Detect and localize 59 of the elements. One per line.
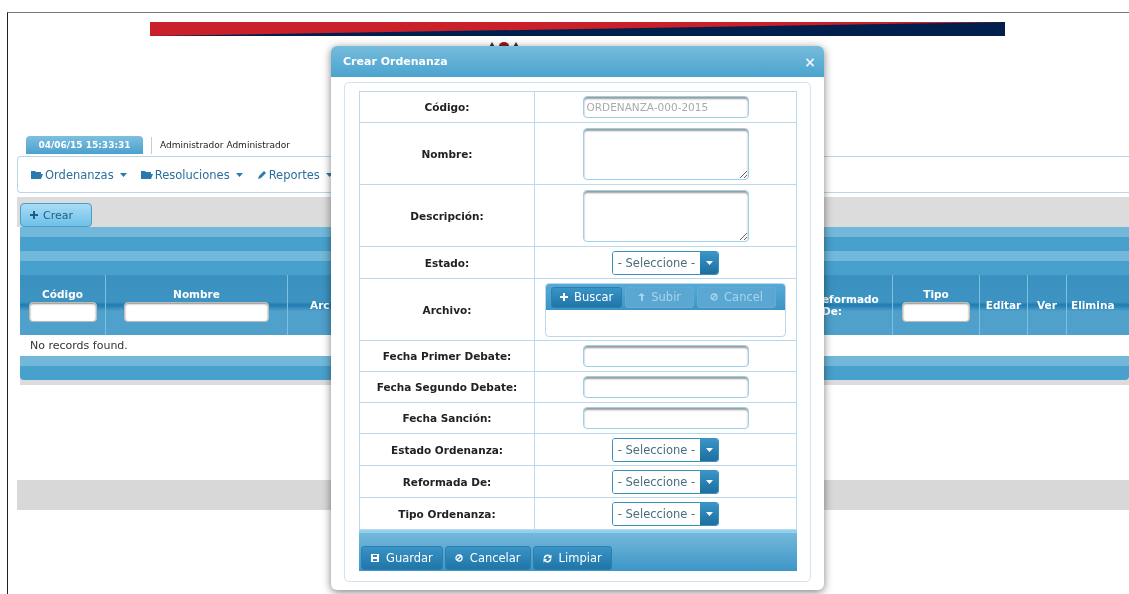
caret-icon: [705, 447, 713, 452]
upload-button[interactable]: Buscar: [551, 286, 623, 308]
field-label: Fecha Primer Debate:: [382, 350, 512, 362]
column-header: Ver: [1037, 299, 1057, 311]
menu-item[interactable]: Resoluciones: [140, 167, 243, 182]
create-button[interactable]: Crear: [20, 203, 92, 227]
text-area[interactable]: [582, 127, 749, 180]
cancel-icon: [454, 554, 463, 562]
upload-icon: [638, 293, 646, 301]
column-header: Código: [42, 288, 83, 300]
dialog-button[interactable]: Cancelar: [444, 546, 531, 570]
field-label: Fecha Segundo Debate:: [376, 381, 518, 393]
field-label: Fecha Sanción:: [402, 412, 492, 424]
caret-icon: [119, 172, 127, 177]
refresh-icon: [542, 553, 552, 563]
plus-icon: [30, 211, 38, 219]
field-label: Código:: [424, 101, 470, 113]
text-field[interactable]: [582, 407, 749, 429]
menu-item[interactable]: Ordenanzas: [31, 167, 127, 182]
caret-icon: [325, 172, 333, 177]
user-name: Administrador Administrador: [151, 137, 298, 154]
column-header: Elimina: [1071, 299, 1115, 311]
column-header: Editar: [985, 299, 1022, 311]
caret-icon: [705, 479, 713, 484]
field-label: Tipo Ordenanza:: [398, 507, 496, 520]
text-field[interactable]: ORDENANZA-000-2015: [582, 96, 749, 118]
select-dropdown[interactable]: - Seleccione -: [611, 501, 720, 526]
select-dropdown[interactable]: - Seleccione -: [611, 250, 720, 275]
field-label: Estado:: [424, 256, 470, 269]
field-label: Reformada De:: [402, 475, 492, 488]
text-field[interactable]: [582, 376, 749, 398]
field-label: Nombre:: [421, 147, 473, 160]
text-field[interactable]: [582, 345, 749, 367]
plus-icon: [560, 293, 568, 301]
column-header: Tipo: [923, 288, 949, 300]
filter-field[interactable]: [124, 302, 269, 322]
filter-field[interactable]: [901, 302, 971, 322]
dialog-button[interactable]: Limpiar: [532, 546, 612, 570]
folder-icon: [140, 170, 153, 179]
dialog-title: Crear Ordenanza: [343, 55, 448, 68]
select-dropdown[interactable]: - Seleccione -: [611, 437, 720, 462]
save-icon: [371, 554, 379, 562]
field-label: Descripción:: [410, 209, 484, 222]
column-header: Nombre: [173, 288, 220, 300]
cancel-icon: [710, 293, 719, 301]
column-header: Arc: [310, 299, 330, 311]
pencil-icon: [256, 169, 267, 180]
caret-icon: [235, 172, 243, 177]
caret-icon: [705, 260, 713, 265]
close-button[interactable]: ×: [804, 53, 816, 70]
select-dropdown[interactable]: - Seleccione -: [611, 469, 720, 494]
menu-item[interactable]: Reportes: [256, 167, 333, 182]
field-label: Estado Ordenanza:: [390, 443, 504, 456]
folder-icon: [31, 170, 43, 179]
text-area[interactable]: [582, 189, 749, 242]
field-label: Archivo:: [422, 303, 472, 316]
dialog-button[interactable]: Guardar: [361, 546, 443, 570]
empty-message: No records found.: [30, 339, 128, 352]
filter-field[interactable]: [28, 302, 97, 322]
